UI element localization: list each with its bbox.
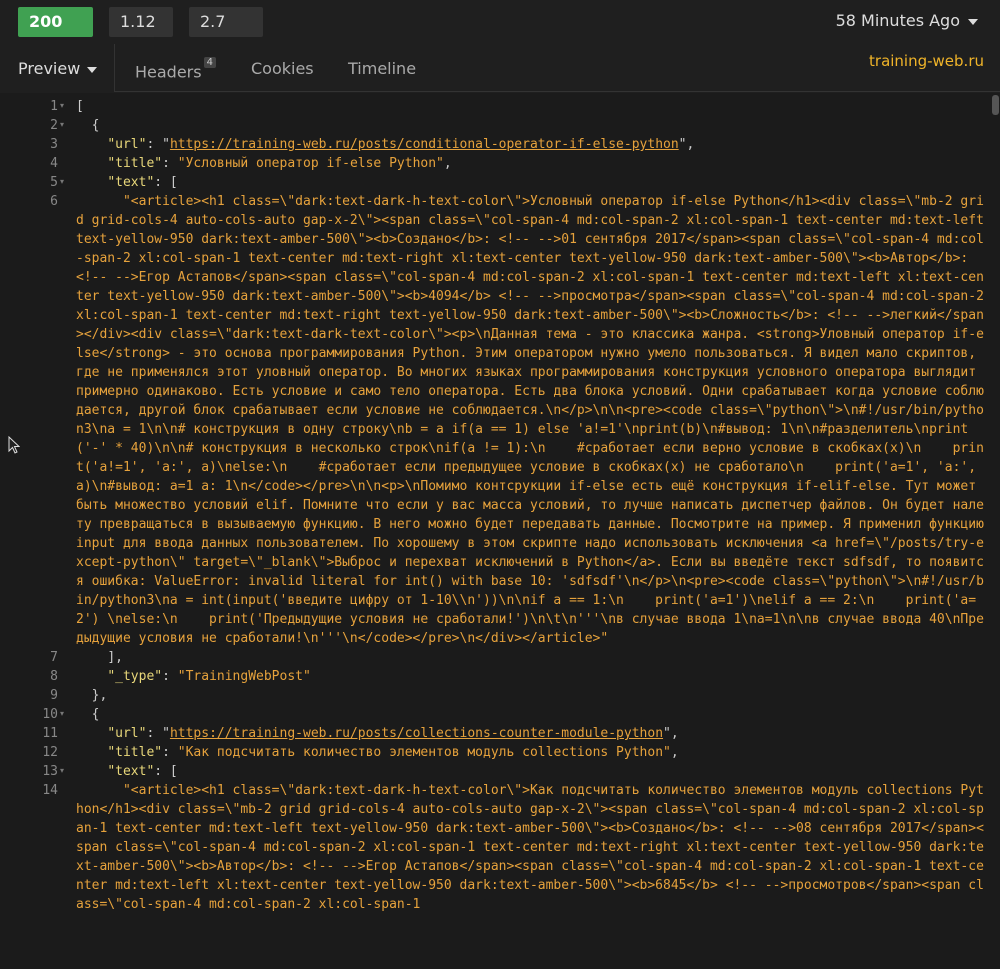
code-token: "Условный оператор if-else Python" (177, 156, 444, 171)
response-size-badge: 2.7 MB (189, 7, 263, 61)
line-number: 10 (42, 707, 58, 722)
code-line: "url": "https://training-web.ru/posts/co… (76, 135, 986, 154)
code-token: : [ (154, 175, 178, 190)
response-status-bar: 200 OK 1.12 s 2.7 MB 58 Minutes Ago (0, 0, 1000, 61)
code-token: "url" (107, 137, 147, 152)
tab-timeline[interactable]: Timeline (348, 44, 416, 92)
code-line: "_type": "TrainingWebPost" (76, 667, 986, 686)
line-number: 5 (50, 175, 58, 190)
tab-preview-label: Preview (18, 59, 81, 78)
code-token: "title" (107, 156, 163, 171)
code-token: : " (146, 726, 170, 741)
code-token: : [ (154, 764, 178, 779)
code-token: "<article><h1 class=\"dark:text-dark-h-t… (76, 783, 984, 912)
history-label: 58 Minutes Ago (835, 11, 960, 30)
response-preview-editor[interactable]: 1 ▾ 2 ▾ 3 4 5 ▾ 6 7 8 9 10 ▾ 11 12 13 ▾ 14 [ { "url": "htt… (0, 93, 1000, 969)
line-number: 11 (42, 726, 58, 741)
response-tabs: Preview Headers 4 Cookies Timeline (0, 44, 1000, 92)
code-line: }, (76, 686, 986, 705)
vertical-scrollbar[interactable] (990, 93, 1000, 969)
code-token: ", (663, 726, 679, 741)
fold-toggle-icon[interactable]: ▾ (60, 120, 64, 129)
code-line: "text": [ (76, 762, 986, 781)
code-token: "_type" (107, 669, 163, 684)
line-number: 14 (42, 783, 58, 798)
code-token: }, (76, 688, 108, 703)
code-token: { (76, 118, 100, 133)
fold-toggle-icon[interactable]: ▾ (60, 709, 64, 718)
code-line: "url": "https://training-web.ru/posts/co… (76, 724, 986, 743)
response-time-badge: 1.12 s (109, 7, 173, 61)
code-token: [ (76, 99, 84, 114)
code-token: : " (146, 137, 170, 152)
tab-cookies[interactable]: Cookies (251, 44, 314, 92)
code-token: "<article><h1 class=\"dark:text-dark-h-t… (76, 194, 992, 646)
mouse-cursor-icon (8, 436, 20, 454)
tab-preview[interactable]: Preview (0, 44, 115, 92)
line-number: 9 (50, 688, 58, 703)
code-token: , (670, 745, 679, 760)
status-badge: 200 OK (18, 7, 93, 61)
code-token: "text" (107, 764, 155, 779)
fold-toggle-icon[interactable]: ▾ (60, 177, 64, 186)
code-line: "text": [ (76, 173, 986, 192)
code-token: , (443, 156, 452, 171)
line-number: 3 (50, 137, 58, 152)
code-token: ], (76, 650, 123, 665)
line-number: 6 (50, 194, 58, 209)
history-dropdown[interactable]: 58 Minutes Ago (836, 11, 978, 30)
url-link[interactable]: https://training-web.ru/posts/conditiona… (170, 137, 679, 152)
line-number: 1 (50, 99, 58, 114)
scrollbar-thumb[interactable] (992, 95, 999, 115)
line-number: 4 (50, 156, 58, 171)
code-token: : (162, 745, 178, 760)
code-token: "Как подсчитать количество элементов мод… (177, 745, 671, 760)
environment-label: training-web.ru (869, 52, 984, 70)
code-line: "<article><h1 class=\"dark:text-dark-h-t… (76, 781, 986, 914)
code-token: "title" (107, 745, 163, 760)
tab-headers[interactable]: Headers 4 (135, 44, 216, 92)
code-token: ", (678, 137, 695, 152)
code-line: "title": "Условный оператор if-else Pyth… (76, 154, 986, 173)
code-line: "<article><h1 class=\"dark:text-dark-h-t… (76, 192, 986, 648)
code-token: "url" (107, 726, 147, 741)
code-token: "TrainingWebPost" (177, 669, 311, 684)
fold-toggle-icon[interactable]: ▾ (60, 766, 64, 775)
code-line: "title": "Как подсчитать количество элем… (76, 743, 986, 762)
fold-toggle-icon[interactable]: ▾ (60, 101, 64, 110)
code-token: "text" (107, 175, 155, 190)
tab-headers-label: Headers (135, 62, 202, 82)
line-number: 7 (50, 650, 58, 665)
code-line: [ (76, 97, 986, 116)
line-number: 2 (50, 118, 58, 133)
chevron-down-icon (87, 66, 98, 73)
code-line: { (76, 705, 986, 724)
url-link[interactable]: https://training-web.ru/posts/collection… (170, 726, 663, 741)
line-number: 12 (42, 745, 58, 760)
code-token: : (162, 669, 178, 684)
code-token: : (162, 156, 178, 171)
code-token: { (76, 707, 100, 722)
headers-count-badge: 4 (203, 57, 216, 68)
line-number: 13 (42, 764, 58, 779)
line-number-gutter: 1 ▾ 2 ▾ 3 4 5 ▾ 6 7 8 9 10 ▾ 11 12 13 ▾ 14 (0, 93, 68, 969)
line-number: 8 (50, 669, 58, 684)
chevron-down-icon (968, 18, 978, 25)
status-code: 200 (29, 12, 63, 31)
json-code-view[interactable]: [ { "url": "https://training-web.ru/post… (76, 97, 986, 914)
code-line: ], (76, 648, 986, 667)
code-line: { (76, 116, 986, 135)
